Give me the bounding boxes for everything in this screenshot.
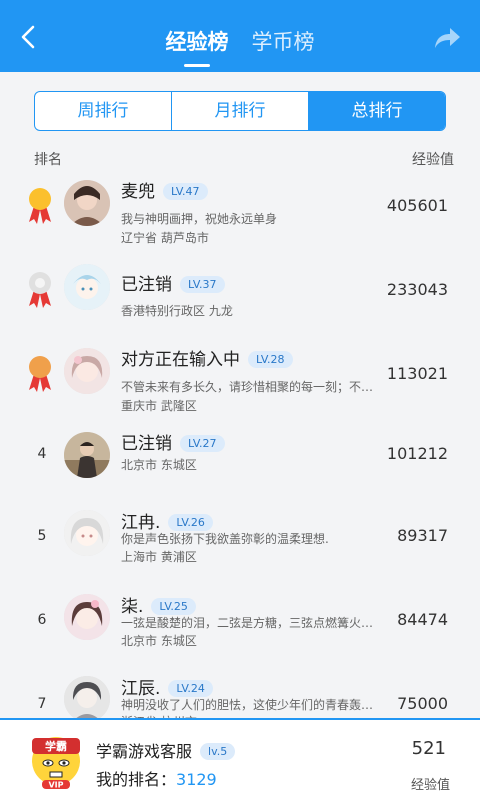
tab-monthly[interactable]: 月排行 [172, 92, 309, 130]
score-value: 84474 [397, 610, 448, 629]
level-badge: LV.37 [180, 276, 225, 293]
user-signature: 神明没收了人们的胆怯，这使少年们的青春轰轰烈… [121, 698, 383, 712]
list-item[interactable]: 对方正在输入中 LV.28 不管未来有多长久，请珍惜相聚的每一刻；不管… 重庆市 … [0, 340, 480, 424]
user-name: 麦兜 LV.47 [121, 177, 208, 202]
score-value: 405601 [386, 196, 448, 215]
rank-number: 4 [37, 446, 47, 462]
avatar[interactable] [64, 264, 110, 310]
score-value: 113021 [386, 364, 448, 383]
my-score-label: 经验值 [410, 778, 450, 793]
list-item[interactable]: 5 江冉. LV.26 你是声色张扬下我欲盖弥彰的温柔理想. 上海市 黄浦区 89… [0, 508, 480, 592]
score-value: 233043 [386, 280, 448, 299]
level-badge: LV.24 [168, 680, 213, 697]
rank-number: 5 [37, 528, 47, 544]
tab-experience[interactable]: 经验榜 [165, 26, 228, 56]
list-item[interactable]: 6 柒. LV.25 一弦是酸楚的泪，二弦是方糖，三弦点燃篝火，四… 北京市 东城… [0, 592, 480, 676]
user-location: 北京市 东城区 [121, 458, 197, 472]
level-badge: lv.5 [200, 743, 236, 760]
score-value: 101212 [386, 444, 448, 463]
ranking-type-tabs: 经验榜 学币榜 [0, 26, 480, 56]
list-item[interactable]: 已注销 LV.37 香港特别行政区 九龙 233043 [0, 256, 480, 340]
my-rank-value: 3129 [176, 770, 217, 789]
avatar[interactable] [64, 594, 110, 640]
tab-weekly[interactable]: 周排行 [35, 92, 172, 130]
level-badge: LV.47 [163, 183, 208, 200]
avatar-badge-text: 学霸 [45, 739, 67, 753]
avatar[interactable] [64, 348, 110, 394]
my-rank-bar: 学霸 VIP 学霸游戏客服 lv.5 我的排名：3129 521 经验值 [0, 718, 480, 800]
user-location: 北京市 东城区 [121, 634, 197, 648]
top-bar: 经验榜 学币榜 [0, 0, 480, 72]
column-header-score: 经验值 [412, 152, 454, 168]
user-name: 已注销 LV.27 [121, 429, 225, 454]
my-rank: 我的排名：3129 [96, 770, 217, 789]
user-location: 上海市 黄浦区 [121, 550, 197, 564]
my-score: 521 [411, 738, 446, 759]
list-item[interactable]: 麦兜 LV.47 我与神明画押，祝她永远单身 辽宁省 葫芦岛市 405601 [0, 172, 480, 256]
my-avatar[interactable]: 学霸 VIP [28, 734, 84, 790]
silver-medal-icon [29, 272, 51, 308]
user-signature: 我与神明画押，祝她永远单身 [121, 212, 278, 226]
user-location: 辽宁省 葫芦岛市 [121, 231, 209, 245]
rank-number: 6 [37, 612, 47, 628]
gold-medal-icon [29, 188, 51, 224]
avatar[interactable] [64, 180, 110, 226]
tab-total[interactable]: 总排行 [309, 92, 445, 130]
vip-badge-text: VIP [48, 781, 63, 790]
avatar[interactable] [64, 676, 110, 722]
level-badge: LV.26 [168, 514, 213, 531]
user-location: 香港特别行政区 九龙 [121, 304, 233, 318]
user-name: 对方正在输入中 LV.28 [121, 345, 293, 370]
level-badge: LV.28 [248, 351, 293, 368]
avatar[interactable] [64, 510, 110, 556]
user-name: 已注销 LV.37 [121, 270, 225, 295]
avatar[interactable] [64, 432, 110, 478]
user-signature: 一弦是酸楚的泪，二弦是方糖，三弦点燃篝火，四… [121, 616, 383, 630]
rank-number: 7 [37, 696, 47, 712]
share-arrow-icon[interactable] [432, 24, 462, 52]
user-signature: 不管未来有多长久，请珍惜相聚的每一刻；不管… [121, 380, 383, 394]
column-header-rank: 排名 [34, 152, 62, 168]
list-item[interactable]: 4 已注销 LV.27 北京市 东城区 101212 [0, 424, 480, 508]
level-badge: LV.27 [180, 435, 225, 452]
level-badge: LV.25 [151, 598, 196, 615]
user-signature: 你是声色张扬下我欲盖弥彰的温柔理想. [121, 532, 329, 546]
bronze-medal-icon [29, 356, 51, 392]
user-location: 重庆市 武隆区 [121, 399, 197, 413]
period-tabs: 周排行 月排行 总排行 [34, 91, 446, 131]
score-value: 75000 [397, 694, 448, 713]
score-value: 89317 [397, 526, 448, 545]
tab-coins[interactable]: 学币榜 [252, 26, 315, 56]
my-name: 学霸游戏客服 lv.5 [96, 738, 236, 762]
